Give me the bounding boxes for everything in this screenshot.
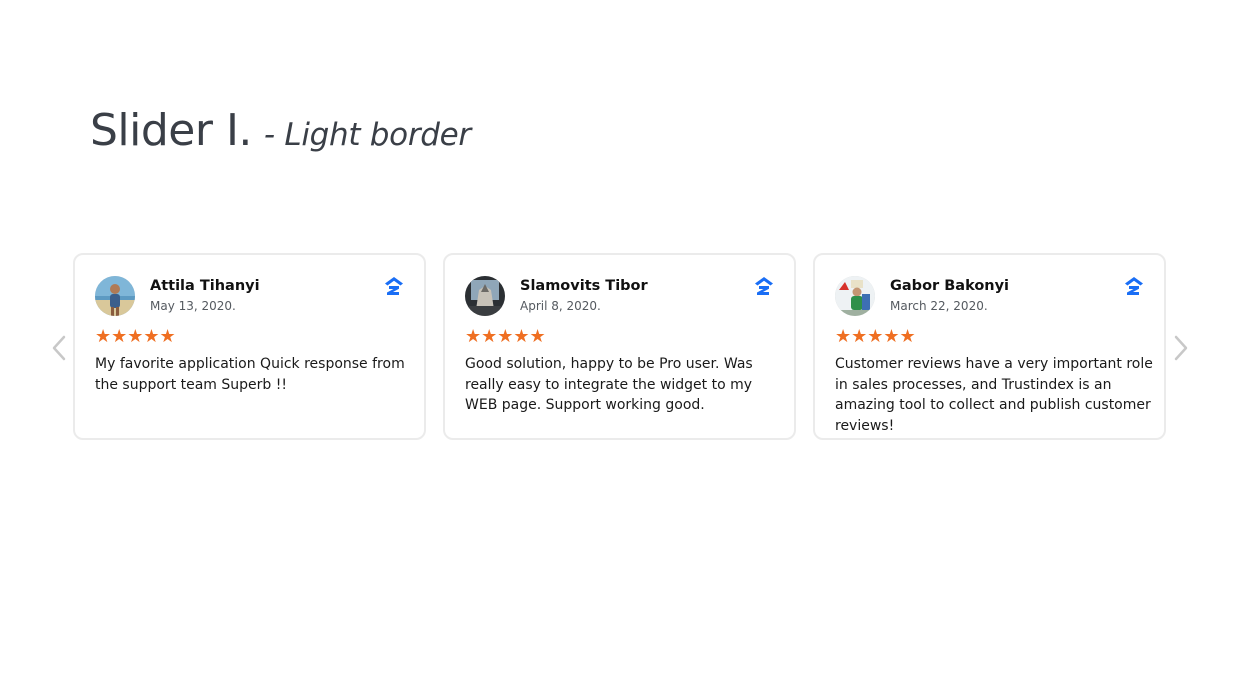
review-card-header: Gabor Bakonyi March 22, 2020. (835, 275, 1144, 316)
review-card: Slamovits Tibor April 8, 2020. ★★★★★ Goo… (443, 253, 796, 440)
review-card-header: Attila Tihanyi May 13, 2020. (95, 275, 404, 316)
reviewer-info: Attila Tihanyi May 13, 2020. (150, 277, 260, 314)
rating-stars: ★★★★★ (95, 327, 404, 347)
avatar (835, 275, 875, 316)
review-card-header: Slamovits Tibor April 8, 2020. (465, 275, 774, 316)
review-card: Attila Tihanyi May 13, 2020. ★★★★★ My fa… (73, 253, 426, 440)
review-cards: Attila Tihanyi May 13, 2020. ★★★★★ My fa… (73, 253, 1166, 440)
page-title-main: Slider I. (90, 105, 252, 156)
rating-stars-text: ★★★★★ (835, 326, 916, 347)
review-text: Customer reviews have a very important r… (835, 356, 1153, 434)
review-slider: Attila Tihanyi May 13, 2020. ★★★★★ My fa… (40, 253, 1200, 440)
reviewer-name: Gabor Bakonyi (890, 278, 1010, 294)
rating-stars: ★★★★★ (835, 327, 1144, 347)
review-date: April 8, 2020. (520, 299, 601, 313)
review-text: My favorite application Quick response f… (95, 356, 405, 393)
slider-next-button[interactable] (1170, 333, 1192, 363)
page-title-subtitle: - Light border (263, 117, 471, 153)
rating-stars-text: ★★★★★ (465, 326, 546, 347)
review-text: Good solution, happy to be Pro user. Was… (465, 356, 753, 413)
zillow-icon[interactable] (384, 276, 404, 296)
reviewer-info: Gabor Bakonyi March 22, 2020. (890, 277, 1009, 314)
review-date: March 22, 2020. (890, 299, 988, 313)
review-date: May 13, 2020. (150, 299, 236, 313)
avatar (465, 275, 505, 316)
chevron-right-icon (1174, 335, 1188, 361)
zillow-icon[interactable] (1124, 276, 1144, 296)
zillow-icon[interactable] (754, 276, 774, 296)
reviewer-info: Slamovits Tibor April 8, 2020. (520, 277, 648, 314)
chevron-left-icon (52, 335, 66, 361)
rating-stars-text: ★★★★★ (95, 326, 176, 347)
reviewer-name: Slamovits Tibor (520, 278, 648, 294)
avatar (95, 275, 135, 316)
slider-prev-button[interactable] (48, 333, 70, 363)
rating-stars: ★★★★★ (465, 327, 774, 347)
review-card: Gabor Bakonyi March 22, 2020. ★★★★★ Cust… (813, 253, 1166, 440)
reviewer-name: Attila Tihanyi (150, 278, 260, 294)
page-title: Slider I. - Light border (90, 104, 471, 162)
